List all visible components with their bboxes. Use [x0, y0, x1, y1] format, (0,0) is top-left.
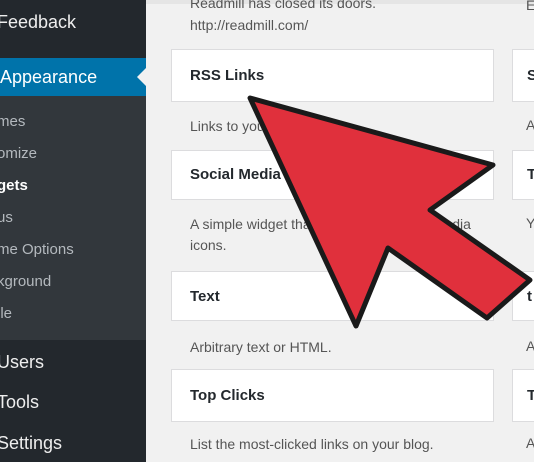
sidebar-item-feedback[interactable]: Feedback [0, 6, 76, 38]
right-column-description: E [526, 0, 534, 13]
description-line: http://readmill.com/ [190, 17, 309, 33]
widget-description: List the most-clicked links on your blog… [190, 436, 434, 452]
description-line: A simple widget that shows your social m… [190, 216, 471, 232]
widget-right-column[interactable]: T [512, 369, 534, 422]
right-column-description: A [526, 338, 534, 354]
submenu-item-editor[interactable]: ile [0, 304, 12, 324]
widget-title: S [527, 67, 534, 84]
submenu-item-widgets[interactable]: gets [0, 176, 28, 196]
sidebar-item-users[interactable]: Users [0, 350, 44, 374]
widget-top-clicks[interactable]: Top Clicks [171, 369, 494, 422]
widget-description-readmill: Readmill has closed its doors. http://re… [190, 0, 510, 36]
widget-title: T [527, 387, 534, 404]
widget-right-column[interactable]: S [512, 49, 534, 102]
widget-right-column[interactable]: t [512, 271, 534, 321]
widget-social-media[interactable]: Social Media [171, 150, 494, 200]
widget-right-column[interactable]: T [512, 150, 534, 200]
appearance-submenu: mes omize gets us me Options kground ile [0, 96, 146, 340]
widget-description: Arbitrary text or HTML. [190, 339, 332, 355]
submenu-item-customize[interactable]: omize [0, 144, 37, 164]
widget-title: Top Clicks [190, 387, 265, 404]
right-column-description: A [526, 117, 534, 133]
widget-description: Links to your RSS feeds [190, 118, 341, 134]
submenu-item-menus[interactable]: us [0, 208, 13, 228]
submenu-item-background[interactable]: kground [0, 272, 51, 292]
admin-sidebar: Feedback Appearance mes omize gets us me… [0, 0, 146, 462]
right-column-description: Y [526, 215, 534, 231]
description-line: icons. [190, 237, 227, 253]
widget-title: t [527, 288, 532, 305]
widget-title: RSS Links [190, 67, 265, 84]
widget-title: Social Media [190, 166, 281, 183]
sidebar-item-settings[interactable]: Settings [0, 431, 62, 455]
submenu-item-theme-options[interactable]: me Options [0, 240, 74, 260]
active-menu-pointer [137, 68, 146, 86]
widget-text[interactable]: Text [171, 271, 494, 321]
widget-title: Text [190, 288, 220, 305]
submenu-item-themes[interactable]: mes [0, 112, 25, 132]
widget-rss-links[interactable]: RSS Links [171, 49, 494, 102]
sidebar-item-label: Appearance [0, 67, 98, 87]
widget-description: A simple widget that shows your social m… [190, 214, 490, 256]
sidebar-item-tools[interactable]: Tools [0, 390, 39, 414]
description-line: Readmill has closed its doors. [190, 0, 376, 11]
sidebar-item-appearance[interactable]: Appearance [0, 58, 146, 96]
widget-title: T [527, 166, 534, 183]
right-column-description: A [526, 435, 534, 451]
